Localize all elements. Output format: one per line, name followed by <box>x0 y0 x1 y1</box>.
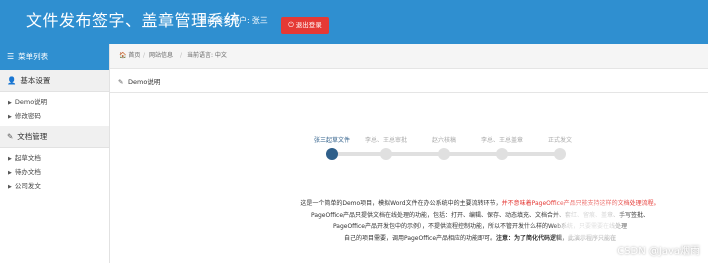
step-connector <box>444 152 502 156</box>
step-label: 李总、王总审批 <box>364 137 408 144</box>
step-dot <box>438 148 450 160</box>
menu-icon: ☰ <box>7 52 15 61</box>
current-user-label: 当前登录用户: <box>199 16 250 25</box>
sidebar-item-change-password[interactable]: ▶ 修改密码 <box>0 109 109 123</box>
sidebar-item-company-documents[interactable]: ▶ 公司发文 <box>0 179 109 193</box>
menu-header: ☰ 菜单列表 <box>0 44 109 70</box>
step-dot <box>380 148 392 160</box>
group-title-label: 基本设置 <box>20 76 51 85</box>
sidebar: ☰ 菜单列表 👤 基本设置 ▶ Demo说明 ▶ 修改密码 ✎ 文档管理 ▶ 起草文档 ▶ 待… <box>0 44 110 263</box>
menu-title: 菜单列表 <box>18 52 49 61</box>
sidebar-item-draft-document[interactable]: ▶ 起草文档 <box>0 151 109 165</box>
caret-right-icon: ▶ <box>8 170 12 176</box>
step-dot <box>326 148 338 160</box>
sidebar-item-label: Demo说明 <box>14 98 48 106</box>
sidebar-item-label: 起草文档 <box>14 154 41 162</box>
sidebar-item-pending-documents[interactable]: ▶ 待办文档 <box>0 165 109 179</box>
caret-right-icon: ▶ <box>8 100 12 106</box>
caret-right-icon: ▶ <box>8 114 12 120</box>
current-user: 当前登录用户: 张三 <box>199 15 268 27</box>
description: 这是一个简单的Demo项目，模拟Word文件在办公系统中的主要流转环节，并不意味… <box>260 198 700 244</box>
description-line1-text: 这是一个简单的Demo项目，模拟Word文件在办公系统中的主要流转环节， <box>300 200 502 207</box>
step-label: 张三起草文件 <box>313 137 351 144</box>
user-icon: 👤 <box>7 76 17 85</box>
caret-right-icon: ▶ <box>8 156 12 162</box>
caret-right-icon: ▶ <box>8 184 12 190</box>
logout-button[interactable]: ⏻ 退出登录 <box>281 17 329 34</box>
blurred-region <box>560 205 620 245</box>
description-line4-text: 自己的项目需要，调用PageOffice产品相应的功能即可。 <box>343 234 497 242</box>
logout-label: 退出登录 <box>295 21 322 29</box>
current-user-name: 张三 <box>251 16 268 25</box>
step-connector <box>386 152 444 156</box>
step-connector <box>332 152 386 156</box>
sidebar-item-demo-intro[interactable]: ▶ Demo说明 <box>0 95 109 109</box>
group-document-management[interactable]: ✎ 文档管理 <box>0 126 109 148</box>
group-title-label: 文档管理 <box>17 132 48 141</box>
power-icon: ⏻ <box>288 21 294 29</box>
top-bar: 文件发布签字、盖章管理系统 当前登录用户: 张三 ⏻ 退出登录 <box>0 0 708 44</box>
watermark: CSDN @Java烟雨 <box>617 246 700 257</box>
edit-icon: ✎ <box>7 132 14 141</box>
step-label: 正式发文 <box>547 137 573 144</box>
sidebar-item-label: 修改密码 <box>14 112 41 120</box>
step-label: 李总、王总盖章 <box>480 137 524 144</box>
sidebar-item-label: 公司发文 <box>14 182 41 190</box>
step-connector <box>502 152 560 156</box>
step-dot <box>496 148 508 160</box>
sidebar-item-label: 待办文档 <box>14 168 41 176</box>
step-dot <box>554 148 566 160</box>
step-label: 赵六核稿 <box>431 137 457 144</box>
group-basic-settings[interactable]: 👤 基本设置 <box>0 70 109 92</box>
